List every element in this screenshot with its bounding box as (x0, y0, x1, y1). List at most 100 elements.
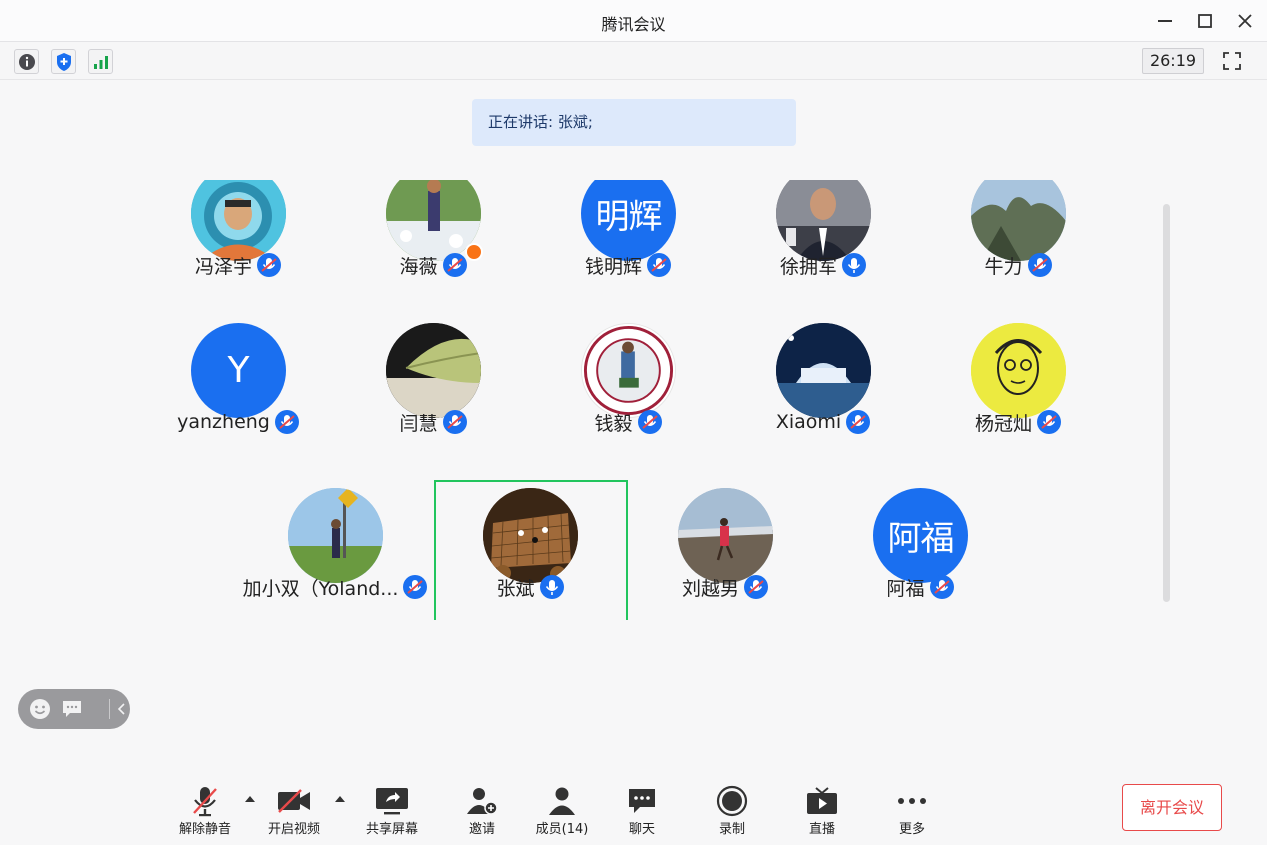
message-icon (63, 701, 81, 717)
minimize-icon (1158, 20, 1172, 22)
members-label: 成员(14) (535, 822, 589, 837)
avatar: Y (191, 323, 286, 418)
participant-tile[interactable]: Y yanzheng (141, 323, 336, 463)
start-video-label: 开启视频 (267, 822, 320, 837)
meeting-toolbar: 解除静音 开启视频 共享屏幕 邀请 成员(14) 聊天 录制 直播 更多 (0, 770, 1267, 845)
leave-meeting-button[interactable]: 离开会议 (1122, 784, 1222, 831)
participant-name: 海薇 (399, 255, 438, 278)
participant-tile[interactable]: 杨冠灿 (921, 323, 1116, 463)
meeting-timer: 26:19 (1142, 48, 1204, 74)
live-tv-icon (805, 784, 839, 818)
participant-tile[interactable]: 冯泽宇 (141, 180, 336, 306)
university-seal-icon (582, 324, 675, 417)
participant-name-row: yanzheng (141, 407, 336, 437)
participant-name-row: 牛力 (921, 250, 1116, 280)
participant-name-row: 冯泽宇 (141, 250, 336, 280)
video-options-button[interactable] (333, 792, 347, 806)
collapse-button[interactable] (114, 697, 128, 721)
avatar-initials: Y (227, 350, 250, 391)
avatar (678, 488, 773, 583)
chat-button[interactable]: 聊天 (607, 778, 677, 838)
participant-tile[interactable]: 刘越男 (628, 488, 823, 620)
network-status-button[interactable] (88, 49, 113, 74)
participant-name: 阿福 (886, 577, 925, 600)
audio-options-button[interactable] (243, 792, 257, 806)
mic-muted-icon (442, 410, 467, 434)
unmute-button[interactable]: 解除静音 (170, 778, 240, 838)
maximize-button[interactable] (1192, 8, 1218, 34)
meeting-info-button[interactable] (14, 49, 39, 74)
mic-muted-icon (403, 575, 428, 599)
mic-muted-icon (257, 253, 281, 277)
participant-name-row: 闫慧 (336, 407, 531, 437)
participant-name: 闫慧 (399, 412, 438, 435)
participant-name-row: 阿福 (823, 572, 1018, 602)
participant-tile[interactable]: 海薇 (336, 180, 531, 306)
live-stream-button[interactable]: 直播 (787, 778, 857, 838)
security-button[interactable] (51, 49, 76, 74)
participant-name: 冯泽宇 (194, 255, 252, 278)
sketch-portrait-icon (971, 323, 1066, 418)
participant-name-row: 钱毅 (531, 407, 726, 437)
participant-tile[interactable]: Xiaomi (726, 323, 921, 463)
participant-name-row: 加小双（Yoland... (238, 572, 433, 602)
avatar: 阿福 (873, 488, 968, 583)
fullscreen-button[interactable] (1219, 48, 1245, 74)
shield-icon (56, 52, 71, 71)
grid-scrollbar[interactable] (1163, 204, 1170, 602)
window-title: 腾讯会议 (601, 15, 666, 34)
participant-tile[interactable]: 牛力 (921, 180, 1116, 306)
message-button[interactable] (60, 697, 84, 721)
emoji-button[interactable] (28, 697, 52, 721)
participant-tile[interactable]: 闫慧 (336, 323, 531, 463)
participant-tile[interactable]: 徐拥军 (726, 180, 921, 306)
mic-muted-icon (1027, 253, 1052, 277)
leaf-photo-icon (386, 323, 481, 418)
participant-name-row: 海薇 (336, 250, 531, 280)
participant-tile[interactable]: 钱毅 (531, 323, 726, 463)
participant-tile-active[interactable]: 张斌 (433, 488, 628, 620)
members-button[interactable]: 成员(14) (527, 778, 597, 838)
speaking-name: 张斌; (557, 113, 593, 131)
participant-name: Xiaomi (775, 411, 842, 433)
go-board-photo-icon (483, 488, 578, 583)
participant-name: 刘越男 (681, 577, 739, 600)
reaction-bar (18, 689, 130, 729)
avatar-initials: 阿福 (887, 519, 955, 559)
mic-muted-icon (744, 575, 768, 599)
avatar (191, 180, 286, 261)
participant-tile[interactable]: 阿福 阿福 (823, 488, 1018, 620)
start-video-button[interactable]: 开启视频 (259, 778, 329, 838)
record-button[interactable]: 录制 (697, 778, 767, 838)
participant-tile[interactable]: 明辉 钱明辉 (531, 180, 726, 306)
avatar (776, 323, 871, 418)
avatar (483, 488, 578, 583)
minimize-button[interactable] (1152, 8, 1178, 34)
more-button[interactable]: 更多 (877, 778, 947, 838)
close-icon (1238, 14, 1252, 28)
invite-button[interactable]: 邀请 (447, 778, 517, 838)
participant-name-row: 张斌 (433, 572, 628, 602)
participant-name-row: Xiaomi (726, 407, 921, 437)
avatar (971, 180, 1066, 261)
mic-icon (842, 253, 866, 277)
share-screen-button[interactable]: 共享屏幕 (357, 778, 427, 838)
title-bar: 腾讯会议 (0, 0, 1267, 42)
meeting-info-bar: 26:19 (0, 42, 1267, 80)
mountain-photo-icon (971, 180, 1066, 261)
participant-name: 钱毅 (594, 412, 633, 435)
record-label: 录制 (718, 822, 745, 837)
avatar (581, 323, 676, 418)
fullscreen-icon (1223, 52, 1241, 70)
mic-muted-icon (647, 253, 671, 277)
participant-name-row: 杨冠灿 (921, 407, 1116, 437)
chat-icon (625, 784, 659, 818)
participant-tile[interactable]: 加小双（Yoland... (238, 488, 433, 620)
add-user-icon (465, 784, 499, 818)
mic-off-icon (188, 784, 222, 818)
astronaut-photo-icon (191, 180, 286, 261)
participant-name: yanzheng (177, 411, 270, 433)
close-button[interactable] (1232, 8, 1258, 34)
share-screen-icon (375, 784, 409, 818)
emoji-icon (30, 699, 50, 719)
